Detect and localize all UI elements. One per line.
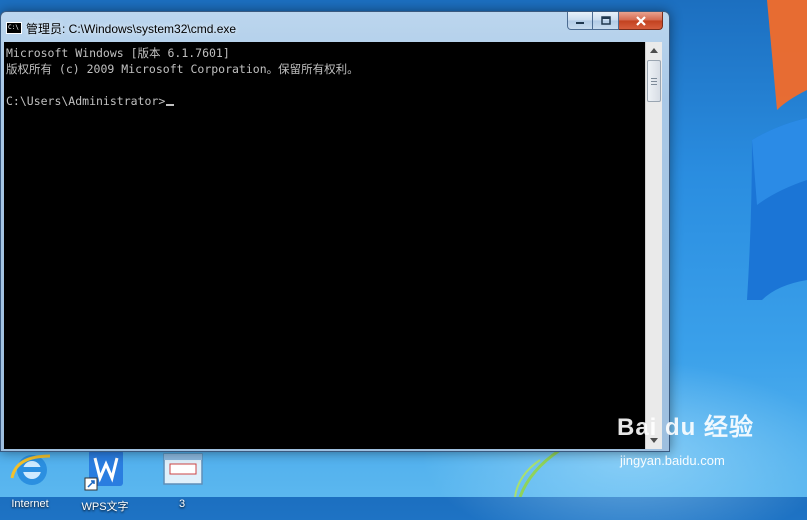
console-output[interactable]: Microsoft Windows [版本 6.1.7601] 版权所有 (c)… xyxy=(4,42,645,449)
baidu-watermark: Bai du 经验 jingyan.baidu.com xyxy=(617,407,797,477)
console-line: Microsoft Windows [版本 6.1.7601] xyxy=(6,46,230,60)
watermark-url: jingyan.baidu.com xyxy=(620,453,725,468)
caption-buttons xyxy=(567,12,663,31)
desktop-icon-label: Internet xyxy=(11,498,49,510)
maximize-button[interactable] xyxy=(593,12,619,30)
window-title: 管理员: C:\Windows\system32\cmd.exe xyxy=(26,22,237,36)
minimize-button[interactable] xyxy=(567,12,593,30)
cmd-icon: C:\ xyxy=(6,22,22,34)
desktop-icon-label: 3 xyxy=(178,498,186,510)
scrollbar-thumb[interactable] xyxy=(647,60,661,102)
windows-logo-wallpaper xyxy=(747,0,807,300)
close-button[interactable] xyxy=(619,12,663,30)
console-line: 版权所有 (c) 2009 Microsoft Corporation。保留所有… xyxy=(6,62,359,76)
maximize-icon xyxy=(600,16,611,25)
watermark-brand: Bai du 经验 xyxy=(617,414,755,441)
vertical-scrollbar[interactable] xyxy=(645,42,662,449)
desktop-icon-shortcut[interactable]: 3 xyxy=(152,448,212,510)
desktop-icon-wps[interactable]: WPS文字 xyxy=(75,448,135,514)
console-prompt-line[interactable]: C:\Users\Administrator> xyxy=(4,93,645,109)
text-cursor xyxy=(166,104,175,106)
minimize-icon xyxy=(576,21,584,24)
internet-explorer-icon xyxy=(10,454,51,485)
close-icon xyxy=(635,15,646,26)
title-bar[interactable]: C:\ 管理员: C:\Windows\system32\cmd.exe xyxy=(1,12,669,42)
scroll-up-button[interactable] xyxy=(646,42,662,59)
wps-writer-icon xyxy=(84,450,123,491)
scroll-up-arrow-icon xyxy=(650,48,658,53)
cmd-window[interactable]: C:\ 管理员: C:\Windows\system32\cmd.exe Mic… xyxy=(0,11,670,452)
shortcut-window-icon xyxy=(163,453,203,485)
desktop-icon-internet[interactable]: Internet xyxy=(0,448,60,510)
desktop-icon-label: WPS文字 xyxy=(81,501,129,513)
command-prompt: C:\Users\Administrator> xyxy=(6,94,166,108)
